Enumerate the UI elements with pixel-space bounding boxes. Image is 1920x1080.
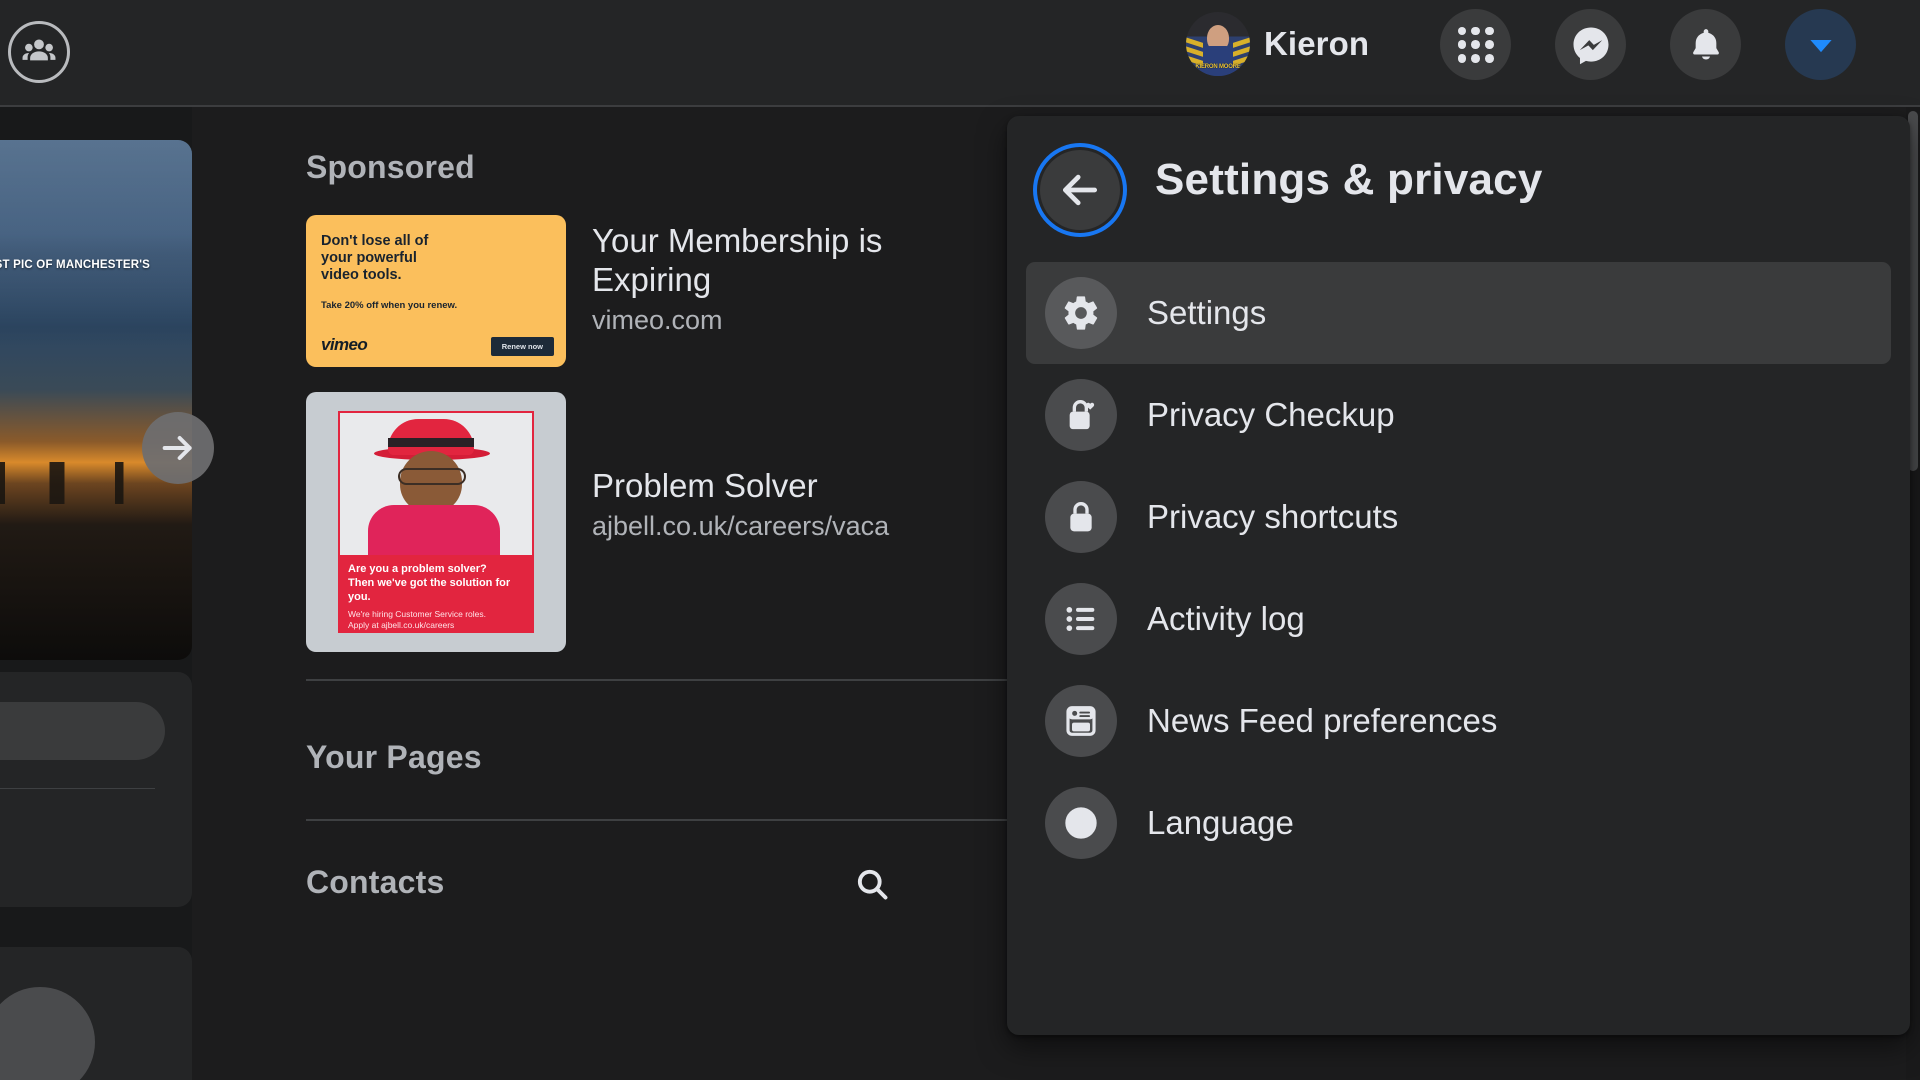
ad-creative-subline: We're hiring Customer Service roles. App…	[348, 609, 486, 630]
menu-item-label: Language	[1147, 804, 1294, 841]
avatar: KIERON MOORE	[1186, 12, 1250, 76]
menu-item-language[interactable]: Language	[1026, 772, 1891, 874]
left-divider	[0, 788, 155, 789]
facebook-page: KIERON MOORE Kieron T PIC OF MANCHESTER'…	[0, 0, 1920, 1080]
news-feed-icon	[1045, 685, 1117, 757]
ad-title[interactable]: Problem Solver	[592, 398, 889, 505]
menu-item-settings[interactable]: Settings	[1026, 262, 1891, 364]
groups-icon[interactable]	[8, 21, 70, 83]
sponsored-ad-ajbell[interactable]: Are you a problem solver? Then we've got…	[306, 392, 889, 652]
avatar-nametag: KIERON MOORE	[1195, 64, 1241, 70]
ad-text-block: Problem Solver ajbell.co.uk/careers/vaca	[592, 392, 889, 652]
search-icon[interactable]	[847, 859, 897, 909]
left-card-label: vity	[0, 822, 140, 856]
ad-cta-button[interactable]: Renew now	[490, 337, 554, 356]
next-story-arrow-icon[interactable]	[142, 412, 214, 484]
ad-url: ajbell.co.uk/careers/vaca	[592, 511, 890, 541]
your-pages-heading: Your Pages	[306, 739, 482, 775]
menu-item-privacy-shortcuts[interactable]: Privacy shortcuts	[1026, 466, 1891, 568]
dropdown-title: Settings & privacy	[1155, 155, 1543, 204]
vimeo-logo: vimeo	[321, 335, 368, 354]
profile-chip[interactable]: KIERON MOORE Kieron	[1186, 12, 1369, 76]
left-rail: E BEST PIC OF MANCHESTER'S ORK uise ogga…	[0, 107, 214, 1080]
left-card-tertiary	[0, 947, 192, 1080]
sponsored-ad-vimeo[interactable]: Don't lose all of your powerful video to…	[306, 215, 1002, 367]
story-card[interactable]: E BEST PIC OF MANCHESTER'S ORK uise ogga…	[0, 140, 192, 660]
lock-heart-icon	[1045, 379, 1117, 451]
globe-icon	[1045, 787, 1117, 859]
ad-creative-banner: Are you a problem solver? Then we've got…	[340, 555, 532, 631]
contacts-heading: Contacts	[306, 864, 445, 900]
ad-creative-headline: Are you a problem solver? Then we've got…	[348, 563, 511, 603]
menu-grid-button[interactable]	[1440, 9, 1511, 80]
ad-creative-frame: Are you a problem solver? Then we've got…	[338, 411, 534, 633]
menu-item-activity-log[interactable]: Activity log	[1026, 568, 1891, 670]
menu-item-label: News Feed preferences	[1147, 702, 1498, 739]
grid-dots-icon	[1457, 26, 1494, 63]
top-navigation-bar: KIERON MOORE Kieron	[0, 0, 1920, 107]
notifications-button[interactable]	[1670, 9, 1741, 80]
gear-icon	[1045, 277, 1117, 349]
account-caret-button[interactable]	[1785, 9, 1856, 80]
sponsored-heading: Sponsored	[306, 149, 475, 185]
menu-item-news-feed-preferences[interactable]: News Feed preferences	[1026, 670, 1891, 772]
dropdown-header: Settings & privacy	[1007, 116, 1910, 262]
ad-url: vimeo.com	[592, 305, 723, 335]
lock-icon	[1045, 481, 1117, 553]
ad-creative-ajbell[interactable]: Are you a problem solver? Then we've got…	[306, 392, 566, 652]
profile-name: Kieron	[1264, 25, 1370, 62]
messenger-button[interactable]	[1555, 9, 1626, 80]
back-arrow-icon[interactable]	[1040, 150, 1120, 230]
messenger-icon	[1573, 27, 1608, 64]
story-author-name: uise oggatt	[0, 614, 79, 652]
list-icon	[1045, 583, 1117, 655]
menu-item-label: Privacy Checkup	[1147, 396, 1395, 433]
menu-item-label: Settings	[1147, 294, 1267, 331]
story-caption: E BEST PIC OF MANCHESTER'S ORK	[0, 259, 151, 271]
menu-item-privacy-checkup[interactable]: Privacy Checkup	[1026, 364, 1891, 466]
ad-creative-subline: Take 20% off when you renew.	[321, 300, 458, 311]
ad-title[interactable]: Your Membership is Expiring	[592, 221, 1002, 299]
menu-item-label: Privacy shortcuts	[1147, 498, 1399, 535]
story-gradient	[0, 140, 192, 660]
chevron-down-icon	[1809, 39, 1832, 52]
ad-creative-headline: Don't lose all of your powerful video to…	[321, 233, 429, 283]
bell-icon	[1692, 28, 1719, 59]
left-card-secondary: vity	[0, 672, 192, 907]
settings-privacy-dropdown: Settings & privacy Settings Privacy Chec…	[1007, 116, 1910, 1035]
left-pill-placeholder[interactable]	[0, 702, 165, 760]
menu-item-label: Activity log	[1147, 600, 1305, 637]
dropdown-menu-list: Settings Privacy Checkup Privacy shortcu…	[1007, 262, 1910, 874]
ad-text-block: Your Membership is Expiring vimeo.com	[592, 215, 1002, 367]
ad-creative-vimeo[interactable]: Don't lose all of your powerful video to…	[306, 215, 566, 367]
